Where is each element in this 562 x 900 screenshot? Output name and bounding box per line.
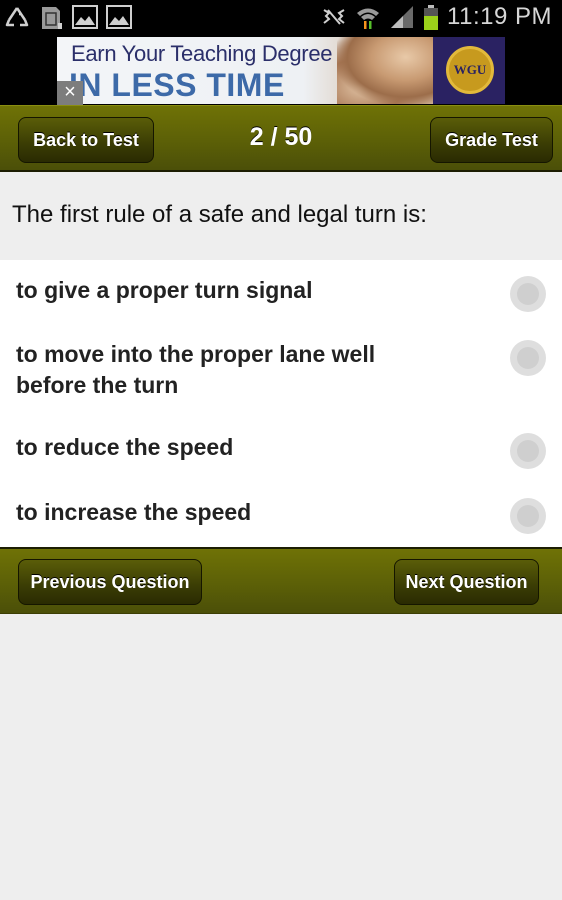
signal-icon	[389, 5, 415, 29]
back-to-test-label: Back to Test	[33, 129, 139, 150]
wgu-logo: WGU	[446, 46, 494, 94]
question-text: The first rule of a safe and legal turn …	[0, 173, 562, 260]
ad-headline: Earn Your Teaching Degree	[71, 41, 333, 66]
grade-test-button[interactable]: Grade Test	[430, 117, 553, 163]
previous-question-button[interactable]: Previous Question	[18, 559, 202, 605]
sd-card-icon	[38, 5, 64, 29]
mute-icon	[321, 5, 347, 29]
ad-banner[interactable]: Earn Your Teaching Degree IN LESS TIME W…	[57, 37, 505, 104]
answer-option-text: to increase the speed	[16, 499, 252, 525]
answer-option[interactable]: to move into the proper lane well before…	[0, 324, 562, 418]
answer-option[interactable]: to increase the speed	[0, 482, 562, 547]
question-nav-bar: Previous Question Next Question	[0, 547, 562, 614]
grade-test-label: Grade Test	[445, 129, 538, 150]
ad-subheadline: IN LESS TIME	[69, 67, 285, 103]
recycle-icon	[4, 5, 30, 29]
answer-option-text: to move into the proper lane well before…	[16, 341, 376, 398]
battery-icon	[423, 5, 439, 30]
ad-logo-box: WGU	[433, 37, 505, 104]
answer-option-text: to give a proper turn signal	[16, 277, 313, 303]
answer-radio[interactable]	[510, 498, 546, 534]
wifi-icon	[355, 5, 381, 29]
image-icon	[72, 5, 98, 29]
clock: 11:19 PM	[447, 3, 552, 30]
next-question-label: Next Question	[405, 571, 528, 592]
ad-area: Earn Your Teaching Degree IN LESS TIME W…	[0, 35, 562, 105]
empty-area	[0, 614, 562, 900]
answer-radio[interactable]	[510, 340, 546, 376]
status-bar: 11:19 PM	[0, 0, 562, 35]
answer-radio[interactable]	[510, 433, 546, 469]
header-bar: Back to Test 2 / 50 Grade Test	[0, 105, 562, 172]
next-question-button[interactable]: Next Question	[394, 559, 539, 605]
ad-photo	[337, 37, 435, 104]
answer-option[interactable]: to give a proper turn signal	[0, 260, 562, 324]
previous-question-label: Previous Question	[30, 571, 190, 592]
ad-close-button[interactable]: ×	[57, 81, 83, 105]
answer-radio[interactable]	[510, 276, 546, 312]
answer-option[interactable]: to reduce the speed	[0, 418, 562, 482]
answer-options: to give a proper turn signal to move int…	[0, 260, 562, 547]
image-icon	[106, 5, 132, 29]
answer-option-text: to reduce the speed	[16, 434, 234, 460]
